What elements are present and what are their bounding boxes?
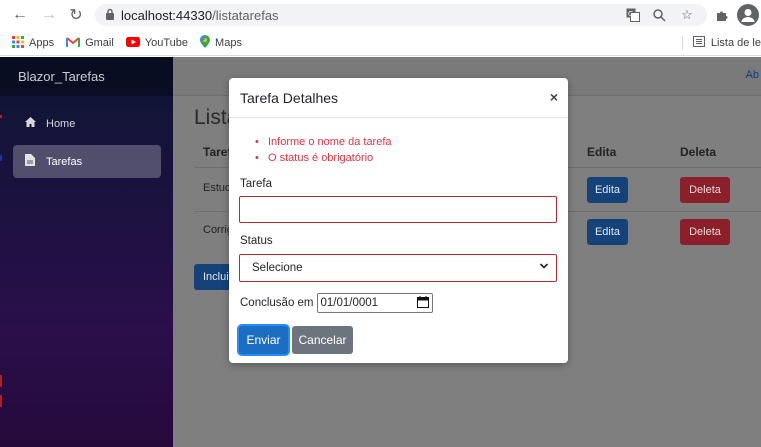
bookmark-maps[interactable]: Maps [200, 35, 242, 51]
url-host: localhost:44330 [121, 7, 213, 23]
edge-mark [0, 375, 2, 387]
forward-arrow-icon[interactable]: → [38, 4, 60, 26]
address-bar[interactable]: localhost:44330/listatarefas G ☆ [95, 4, 707, 26]
date-row: Conclusão em 01/01/0001 [240, 293, 433, 313]
bookmark-label: YouTube [144, 37, 189, 49]
bookmark-gmail[interactable]: Gmail [66, 36, 114, 50]
reload-icon[interactable]: ↻ [65, 4, 87, 26]
sidebar-item-label: Home [46, 117, 76, 130]
lock-icon [105, 8, 115, 23]
url-text: localhost:44330/listatarefas [121, 8, 279, 23]
bookmark-label: Gmail [85, 37, 114, 49]
modal-header: Tarefa Detalhes [229, 78, 568, 118]
profile-avatar-icon[interactable] [737, 4, 759, 26]
bookmarks-bar: Apps Gmail YouTube Maps Lista de le [0, 31, 761, 56]
delete-button[interactable]: Deleta [680, 219, 730, 245]
status-selected-value: Selecione [252, 262, 303, 274]
brand-title[interactable]: Blazor_Tarefas [18, 69, 105, 84]
edit-button[interactable]: Edita [587, 177, 628, 203]
reading-list-label: Lista de le [710, 37, 761, 49]
date-label: Conclusão em [240, 297, 314, 309]
edge-mark [0, 395, 2, 407]
reading-list-icon [692, 36, 705, 50]
reading-list[interactable]: Lista de le [681, 36, 761, 50]
status-select[interactable]: Selecione [239, 254, 557, 282]
browser-toolbar: ← → ↻ localhost:44330/listatarefas G ☆ [0, 0, 761, 31]
bookmark-label: Apps [29, 37, 55, 49]
table-cell-task: Estud [203, 182, 232, 194]
date-input[interactable]: 01/01/0001 [316, 293, 433, 313]
chevron-down-icon [539, 261, 549, 274]
modal-title: Tarefa Detalhes [240, 89, 339, 106]
header-task: Taref [203, 145, 232, 159]
zoom-icon[interactable] [651, 7, 667, 23]
translate-icon[interactable]: G [625, 7, 641, 23]
bookmark-youtube[interactable]: YouTube [125, 36, 189, 50]
bookmark-label: Maps [215, 37, 242, 49]
svg-text:G: G [628, 10, 633, 18]
validation-summary: Informe o nome da tarefa O status é obri… [255, 134, 392, 166]
about-link[interactable]: Ab [746, 69, 759, 81]
apps-grid-icon [12, 35, 24, 51]
status-label: Status [240, 235, 273, 247]
edit-button[interactable]: Edita [587, 219, 628, 245]
extensions-icon[interactable] [711, 4, 733, 26]
validation-error: O status é obrigatório [255, 150, 392, 166]
sidebar-item-home[interactable]: Home [13, 107, 161, 140]
cancel-button[interactable]: Cancelar [292, 326, 353, 354]
date-value: 01/01/0001 [320, 297, 379, 309]
back-arrow-icon[interactable]: ← [9, 4, 31, 26]
home-icon [24, 117, 36, 130]
calendar-icon[interactable] [416, 296, 429, 311]
gmail-icon [66, 36, 81, 50]
youtube-icon [125, 36, 140, 50]
brand-bar: Blazor_Tarefas [0, 57, 173, 96]
sidebar-item-tarefas[interactable]: Tarefas [13, 145, 161, 178]
header-delete: Deleta [680, 145, 717, 159]
submit-button[interactable]: Enviar [239, 326, 288, 354]
close-icon[interactable]: × [550, 89, 558, 105]
edge-mark [0, 115, 2, 118]
sidebar: Blazor_Tarefas Home Tarefas [0, 57, 173, 447]
sidebar-item-label: Tarefas [46, 155, 83, 168]
task-details-modal: Tarefa Detalhes × Informe o nome da tare… [229, 78, 568, 363]
delete-button[interactable]: Deleta [680, 177, 730, 203]
include-button[interactable]: Inclui [194, 264, 234, 290]
bookmark-apps[interactable]: Apps [12, 35, 55, 51]
header-edit: Edita [587, 145, 617, 159]
star-icon[interactable]: ☆ [679, 7, 695, 23]
task-label: Tarefa [240, 178, 272, 190]
document-icon [24, 154, 36, 169]
edge-mark [0, 155, 2, 161]
url-path: /listatarefas [212, 7, 279, 23]
validation-error: Informe o nome da tarefa [255, 134, 392, 150]
maps-icon [200, 35, 211, 51]
task-input[interactable] [239, 196, 557, 223]
